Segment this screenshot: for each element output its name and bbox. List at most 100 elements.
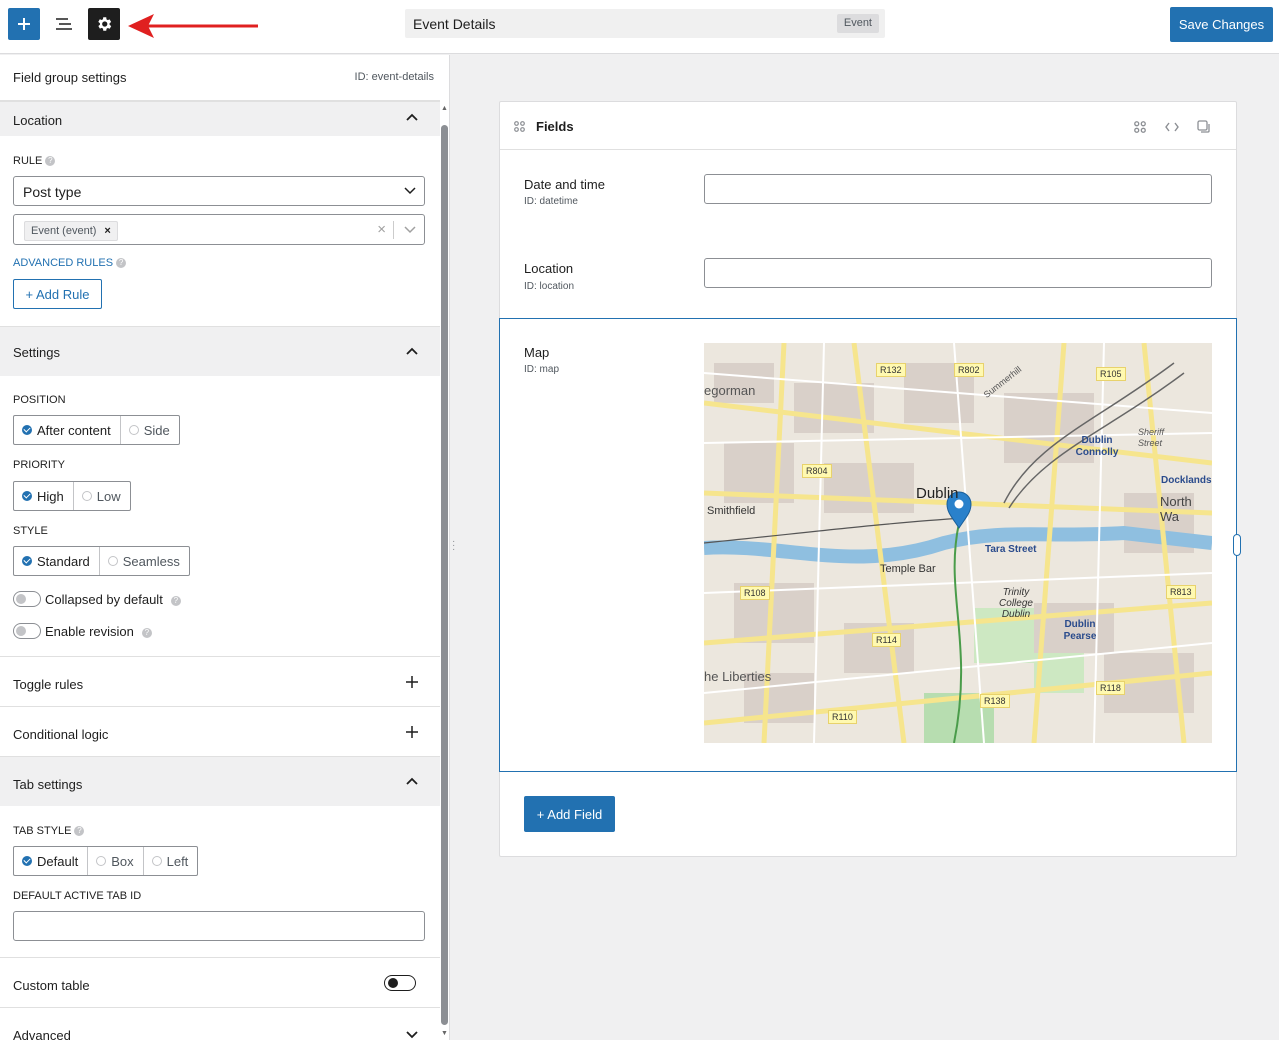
tab-style-default-option[interactable]: Default [14,847,87,875]
road-label: R118 [1096,681,1125,695]
custom-table-section-header[interactable]: Custom table [0,957,440,1007]
check-icon [22,556,32,566]
option-label: Seamless [122,553,180,569]
option-label: Box [111,853,134,869]
field-name: Date and time [524,177,605,192]
toggle-rules-section-header[interactable]: Toggle rules [0,656,440,706]
enable-revision-label: Enable revision? [45,624,152,639]
option-label: Standard [37,553,90,569]
post-type-badge: Event [836,14,879,33]
tab-style-box-option[interactable]: Box [87,847,142,875]
add-block-button[interactable] [8,8,40,40]
option-label: High [37,488,64,504]
field-row-location[interactable]: Location ID: location [500,234,1236,318]
priority-high-option[interactable]: High [14,482,73,510]
location-input[interactable] [704,258,1212,288]
help-icon: ? [45,156,56,167]
road-label: R802 [954,363,984,377]
grid-view-icon[interactable] [1134,121,1146,133]
red-arrow-annotation [128,14,258,38]
radio-icon [151,856,162,866]
radio-icon [128,425,139,435]
collapsed-by-default-label: Collapsed by default? [45,592,181,607]
fields-panel-header: Fields [500,102,1236,150]
style-seamless-option[interactable]: Seamless [98,547,189,575]
road-label: R110 [828,710,857,724]
document-overview-button[interactable] [48,8,80,40]
chevron-up-icon [406,113,418,121]
tab-style-left-option[interactable]: Left [142,847,198,875]
option-label: Default [37,853,79,869]
position-label: POSITION [13,394,66,406]
settings-section-header[interactable]: Settings [0,326,440,376]
list-view-icon [56,18,72,30]
option-label: Side [143,422,170,438]
field-id: ID: map [524,364,560,375]
tag-label: Event (event) [31,225,97,237]
chevron-up-icon [406,777,418,785]
map-label: Dublin Connolly [1075,435,1119,458]
datetime-input[interactable] [704,174,1212,204]
duplicate-icon[interactable] [1197,120,1210,133]
sidebar-resize-handle[interactable]: · · · [452,537,455,555]
title-field[interactable]: Event Details Event [405,9,885,38]
advanced-rules-text: ADVANCED RULES [13,257,114,269]
default-active-tab-input[interactable] [13,911,425,941]
option-label: Low [96,488,121,504]
map-label: egorman [704,383,756,398]
help-icon: ? [141,627,152,638]
position-after-content-option[interactable]: After content [14,416,120,444]
chevron-down-icon [404,187,416,195]
settings-section-title: Settings [13,345,60,360]
gear-icon [98,17,112,31]
rule-select[interactable]: Post type [13,176,425,206]
map-resize-handle[interactable] [1233,534,1241,556]
map-label: Dublin [916,485,959,502]
chevron-down-icon[interactable] [404,226,416,234]
separator [393,221,394,239]
location-section-header[interactable]: Location [0,101,440,136]
advanced-section-header[interactable]: Advanced [0,1007,440,1040]
map-label: he Liberties [704,669,772,684]
remove-tag-icon[interactable]: × [104,225,110,237]
toggle-rules-title: Toggle rules [13,677,84,692]
plus-icon [406,676,418,688]
map-view[interactable]: Dublin Smithfield Temple Bar Tara Street… [704,343,1212,743]
field-name: Map [524,345,550,360]
tab-settings-section-header[interactable]: Tab settings [0,756,440,806]
scroll-up-arrow[interactable]: ▲ [441,105,448,112]
style-segmented-control: Standard Seamless [13,546,190,576]
add-rule-button[interactable]: + Add Rule [13,279,102,309]
plus-icon [18,18,30,30]
tab-style-text: TAB STYLE [13,825,72,837]
custom-table-toggle[interactable] [384,975,416,991]
tab-style-label: TAB STYLE? [13,825,85,837]
top-toolbar: Event Details Event Save Changes [0,0,1279,54]
save-changes-button[interactable]: Save Changes [1170,7,1273,42]
sidebar-scrollbar[interactable] [441,125,448,1025]
position-segmented-control: After content Side [13,415,180,445]
selected-tag: Event (event) × [24,221,118,241]
enable-revision-toggle[interactable] [13,623,41,639]
style-standard-option[interactable]: Standard [14,547,99,575]
conditional-logic-section-header[interactable]: Conditional logic [0,706,440,756]
map-label: Sheriff Street [1138,427,1165,448]
map-label: Temple Bar [880,563,936,575]
position-side-option[interactable]: Side [119,416,179,444]
settings-button[interactable] [88,8,120,40]
custom-table-title: Custom table [13,978,90,993]
add-field-button[interactable]: + Add Field [524,796,615,832]
code-icon[interactable] [1165,122,1179,132]
collapsed-by-default-toggle[interactable] [13,591,41,607]
field-row-datetime[interactable]: Date and time ID: datetime [500,150,1236,234]
priority-low-option[interactable]: Low [72,482,130,510]
road-label: R138 [980,694,1010,708]
scroll-down-arrow[interactable]: ▼ [441,1030,448,1037]
settings-sidebar: Field group settings ID: event-details L… [0,55,450,1040]
advanced-rules-link[interactable]: ADVANCED RULES? [13,257,127,269]
post-type-multiselect[interactable]: Event (event) × × [13,214,425,245]
map-label: Docklands [1161,475,1212,486]
field-row-map[interactable]: Map ID: map Dublin Smithfield Temple Bar… [499,318,1241,772]
road-label: R813 [1166,585,1196,599]
clear-icon[interactable]: × [377,221,386,238]
